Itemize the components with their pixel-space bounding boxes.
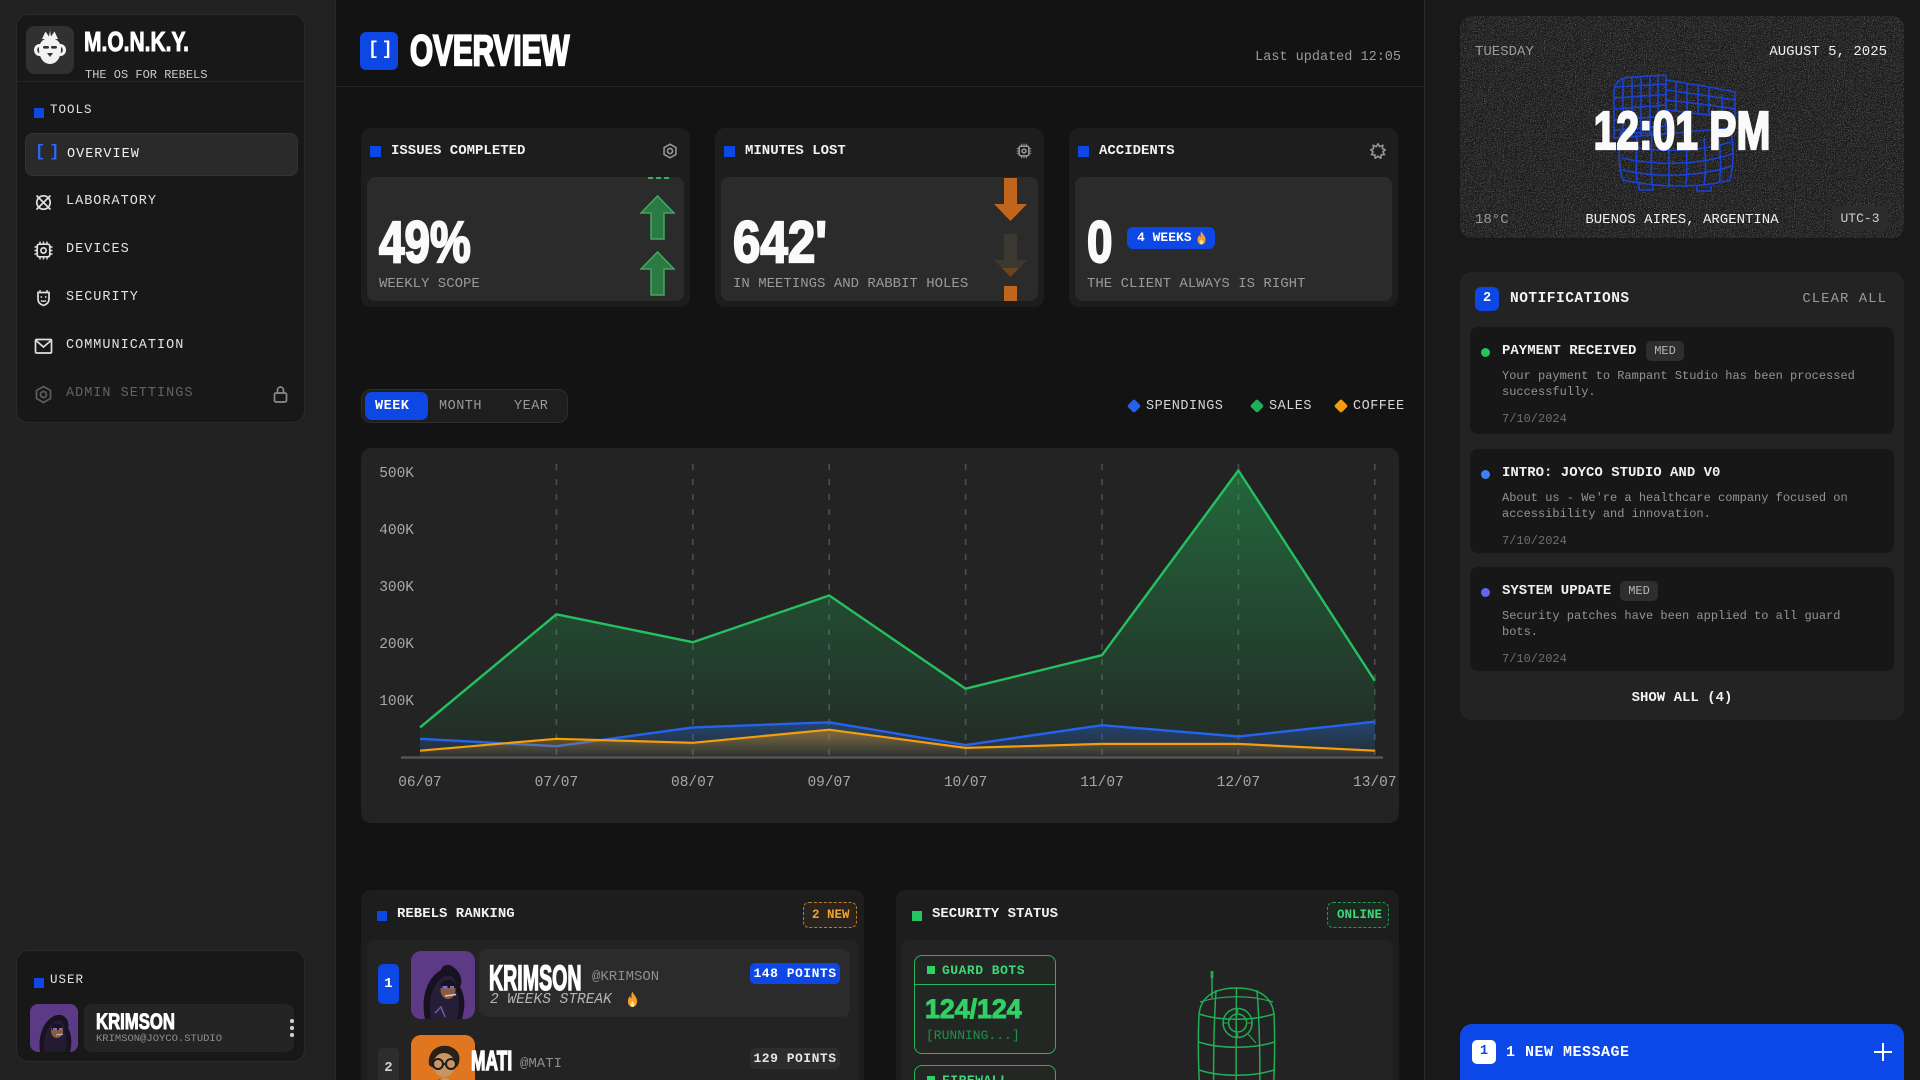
svg-text:100K: 100K	[379, 694, 414, 710]
svg-text:500K: 500K	[379, 466, 414, 482]
svg-text:12/07: 12/07	[1217, 775, 1261, 791]
svg-text:11/07: 11/07	[1080, 775, 1124, 791]
svg-text:400K: 400K	[379, 523, 414, 539]
svg-text:10/07: 10/07	[944, 775, 988, 791]
svg-text:06/07: 06/07	[398, 775, 442, 791]
svg-text:13/07: 13/07	[1353, 775, 1397, 791]
svg-text:200K: 200K	[379, 637, 414, 653]
svg-text:07/07: 07/07	[535, 775, 579, 791]
svg-text:300K: 300K	[379, 580, 414, 596]
svg-text:09/07: 09/07	[807, 775, 851, 791]
svg-text:08/07: 08/07	[671, 775, 715, 791]
